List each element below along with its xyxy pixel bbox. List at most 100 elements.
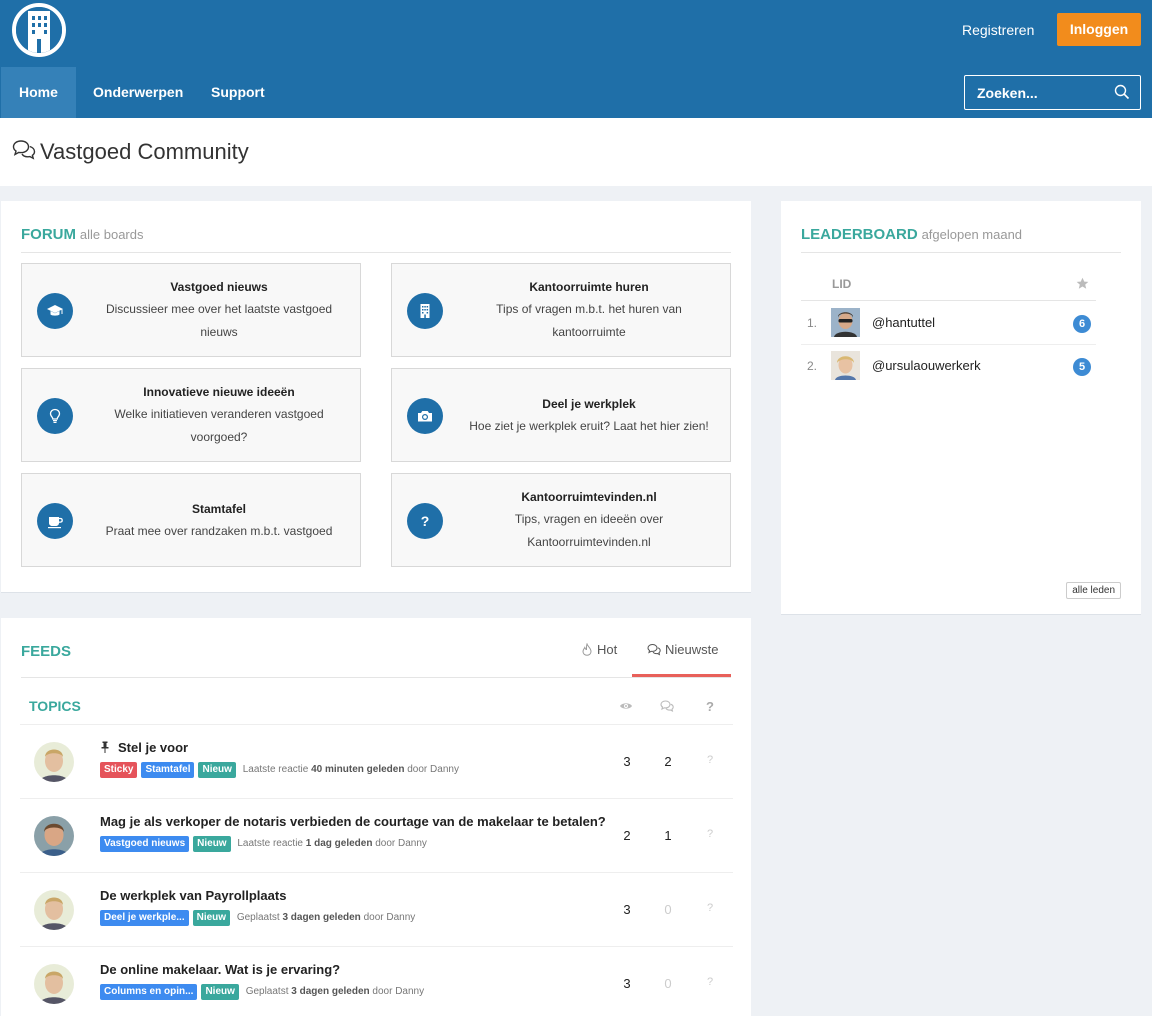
tab-nieuwste[interactable]: Nieuwste: [632, 642, 731, 677]
page-title: Vastgoed Community: [40, 139, 249, 164]
tag-category[interactable]: Deel je werkple...: [100, 910, 189, 926]
avatar[interactable]: [34, 816, 74, 856]
avatar[interactable]: [34, 742, 74, 782]
column-member: LID: [832, 277, 852, 291]
replies-count: 1: [664, 828, 672, 843]
tab-hot[interactable]: Hot: [581, 642, 617, 677]
board-description: Hoe ziet je werkplek eruit? Laat het hie…: [469, 418, 709, 433]
nav-support[interactable]: Support: [193, 67, 283, 118]
divider: [21, 677, 731, 678]
login-button[interactable]: Inloggen: [1057, 13, 1141, 46]
leaderboard-panel: LEADERBOARD afgelopen maand LID 1. @hant…: [781, 201, 1141, 615]
star-icon: [1076, 277, 1089, 289]
views-count: 2: [623, 828, 631, 843]
meta-time: 3 dagen geleden: [291, 986, 370, 997]
points-badge: 5: [1073, 358, 1091, 376]
tag-new[interactable]: Nieuw: [198, 762, 236, 778]
meta-author: door Danny: [407, 764, 459, 775]
meta-time: 40 minuten geleden: [311, 764, 405, 775]
svg-text:?: ?: [421, 513, 430, 529]
comments-icon: [660, 700, 674, 713]
feeds-panel: FEEDS Hot Nieuwste TOPICS ? Stel je voor…: [1, 618, 751, 1016]
meta-author: door Danny: [375, 838, 427, 849]
replies-count: 2: [664, 754, 672, 769]
board-kantoorruimte-huren[interactable]: Kantoorruimte huren Tips of vragen m.b.t…: [391, 263, 731, 357]
question-indicator: ?: [706, 976, 714, 988]
divider: [21, 252, 731, 253]
nav-onderwerpen[interactable]: Onderwerpen: [75, 67, 201, 118]
tag-sticky[interactable]: Sticky: [100, 762, 138, 778]
topic-row[interactable]: Stel je voor Sticky Stamtafel Nieuw Laatst…: [20, 724, 733, 798]
avatar[interactable]: [34, 890, 74, 930]
building-icon: [407, 293, 443, 329]
search-input[interactable]: [965, 76, 1105, 109]
question-icon: ?: [706, 699, 714, 713]
top-header: Registreren Inloggen Home Onderwerpen Su…: [0, 0, 1152, 118]
comments-icon: [12, 140, 36, 160]
tag-new[interactable]: Nieuw: [193, 836, 231, 852]
meta-author: door Danny: [363, 912, 416, 923]
topic-meta: Sticky Stamtafel Nieuw Laatste reactie 40 …: [100, 762, 459, 778]
forum-header: FORUM alle boards: [21, 225, 144, 244]
feeds-header: FEEDS: [21, 642, 71, 661]
avatar[interactable]: [34, 964, 74, 1004]
board-deel-je-werkplek[interactable]: Deel je werkplek Hoe ziet je werkplek er…: [391, 368, 731, 462]
replies-count: 0: [664, 976, 672, 991]
leaderboard-row: 2. @ursulaouwerkerk 5: [801, 345, 1096, 388]
divider: [801, 252, 1121, 253]
comments-icon: [647, 643, 661, 656]
eye-icon: [620, 703, 632, 709]
avatar[interactable]: [831, 308, 860, 337]
search-icon[interactable]: [1114, 84, 1130, 100]
board-description: Praat mee over randzaken m.b.t. vastgoed: [105, 523, 333, 538]
topic-row[interactable]: De werkplek van Payrollplaats Deel je we…: [20, 872, 733, 946]
tag-new[interactable]: Nieuw: [192, 910, 231, 926]
forum-panel: FORUM alle boards Vastgoed nieuws Discus…: [1, 201, 751, 593]
board-vastgoed-nieuws[interactable]: Vastgoed nieuws Discussieer mee over het…: [21, 263, 361, 357]
rank: 1.: [807, 316, 818, 330]
member-name[interactable]: @ursulaouwerkerk: [872, 358, 981, 373]
fire-icon: [582, 642, 592, 656]
search-box: [964, 75, 1141, 110]
leaderboard-title: LEADERBOARD: [801, 226, 918, 243]
board-kantoorruimtevinden[interactable]: ? Kantoorruimtevinden.nl Tips, vragen en…: [391, 473, 731, 567]
topic-title[interactable]: Stel je voor: [118, 740, 188, 755]
register-link[interactable]: Registreren: [962, 20, 1034, 40]
topic-row[interactable]: De online makelaar. Wat is je ervaring? …: [20, 946, 733, 1016]
meta-prefix: Laatste reactie: [237, 838, 303, 849]
all-members-button[interactable]: alle leden: [1066, 582, 1121, 599]
topic-meta: Columns en opin... Nieuw Geplaatst 3 dage…: [100, 984, 424, 1000]
question-indicator: ?: [706, 828, 714, 840]
avatar[interactable]: [831, 351, 860, 380]
meta-prefix: Geplaatst: [236, 912, 280, 923]
views-count: 3: [623, 754, 631, 769]
topic-title[interactable]: De online makelaar. Wat is je ervaring?: [100, 962, 340, 977]
meta-prefix: Laatste reactie: [242, 764, 309, 775]
site-logo[interactable]: [12, 3, 66, 57]
views-count: 3: [623, 902, 631, 917]
tag-new[interactable]: Nieuw: [201, 984, 239, 1000]
tag-category[interactable]: Vastgoed nieuws: [100, 836, 190, 852]
tab-label: Hot: [597, 642, 618, 657]
tag-category[interactable]: Stamtafel: [141, 762, 195, 778]
replies-count: 0: [664, 902, 672, 917]
camera-icon: [407, 398, 443, 434]
topic-row[interactable]: Mag je als verkoper de notaris verbieden…: [20, 798, 733, 872]
views-count: 3: [623, 976, 631, 991]
leaderboard-header: LEADERBOARD afgelopen maand: [801, 225, 1022, 244]
meta-time: 3 dagen geleden: [282, 912, 361, 923]
topic-title[interactable]: De werkplek van Payrollplaats: [100, 888, 286, 903]
topic-title[interactable]: Mag je als verkoper de notaris verbieden…: [100, 814, 606, 829]
tag-category[interactable]: Columns en opin...: [100, 984, 198, 1000]
board-innovatieve-ideeen[interactable]: Innovatieve nieuwe ideeën Welke initiati…: [21, 368, 361, 462]
board-stamtafel[interactable]: Stamtafel Praat mee over randzaken m.b.t…: [21, 473, 361, 567]
board-title: Kantoorruimte huren: [529, 280, 649, 294]
member-name[interactable]: @hantuttel: [872, 315, 935, 330]
leaderboard-period: afgelopen maand: [921, 227, 1023, 242]
nav-home[interactable]: Home: [1, 67, 76, 118]
forum-all-boards-link[interactable]: alle boards: [80, 227, 144, 242]
page-title-bar: Vastgoed Community: [0, 118, 1152, 186]
feeds-title: FEEDS: [21, 643, 72, 660]
question-indicator: ?: [706, 902, 714, 914]
topics-label: TOPICS: [29, 698, 81, 714]
